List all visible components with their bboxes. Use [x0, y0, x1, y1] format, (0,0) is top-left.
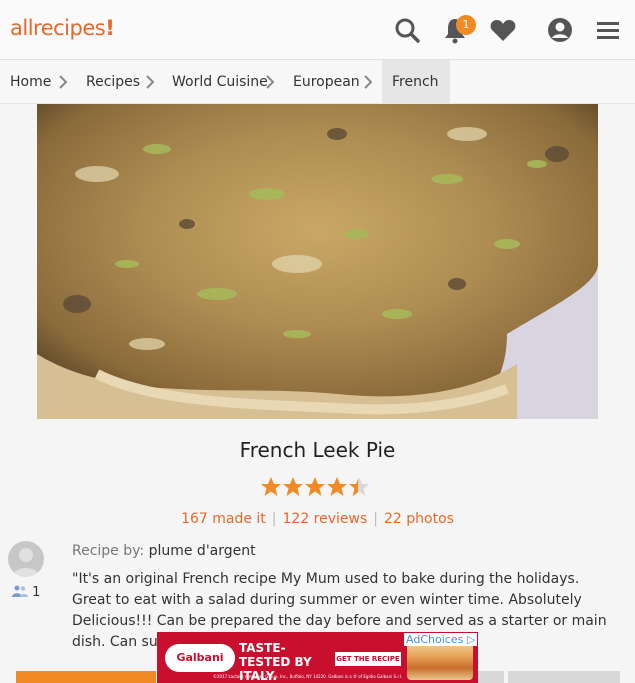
menu-icon[interactable] — [594, 16, 622, 44]
followers-count[interactable]: 1 — [12, 585, 40, 600]
chevron-right-icon — [59, 75, 68, 89]
reviews-link[interactable]: 122 reviews — [283, 511, 368, 527]
recipe-title: French Leek Pie — [239, 438, 396, 462]
star-half-icon — [349, 477, 369, 496]
search-icon[interactable] — [393, 16, 421, 44]
star-icon — [283, 477, 303, 496]
galbani-logo: Galbani — [165, 644, 235, 672]
breadcrumb-french[interactable]: French — [382, 60, 450, 104]
breadcrumb: Home Recipes World Cuisine European Fren… — [0, 60, 635, 104]
chevron-right-icon — [146, 75, 155, 89]
heart-icon[interactable] — [489, 16, 517, 44]
recipe-stats: 167 made it | 122 reviews | 22 photos — [181, 511, 454, 527]
breadcrumb-european[interactable]: European — [293, 60, 360, 104]
author-name[interactable]: plume d'argent — [149, 543, 256, 559]
avatar-placeholder-icon — [12, 548, 40, 577]
followers-icon — [12, 585, 28, 597]
star-icon — [327, 477, 347, 496]
star-icon — [305, 477, 325, 496]
save-button[interactable] — [16, 671, 156, 683]
chevron-right-icon — [364, 75, 373, 89]
breadcrumb-home[interactable]: Home — [10, 60, 51, 104]
photos-link[interactable]: 22 photos — [384, 511, 454, 527]
breadcrumb-recipes[interactable]: Recipes — [86, 60, 140, 104]
adchoices-icon: ▷ — [466, 633, 476, 646]
recipe-page: allrecipes! 1 Home Recipes World Cuisine… — [0, 0, 635, 683]
rating-stars[interactable] — [260, 476, 372, 498]
star-icon — [261, 477, 281, 496]
recipe-byline: Recipe by: plume d'argent — [72, 543, 256, 559]
breadcrumb-world-cuisine[interactable]: World Cuisine — [172, 60, 268, 104]
adchoices-link[interactable]: AdChoices ▷ — [404, 633, 478, 646]
made-it-link[interactable]: 167 made it — [181, 511, 266, 527]
allrecipes-logo[interactable]: allrecipes! — [10, 16, 115, 40]
top-nav-bar: allrecipes! 1 — [0, 0, 635, 60]
notification-badge: 1 — [456, 15, 476, 35]
share-button[interactable] — [508, 671, 620, 683]
ad-cta-button[interactable]: GET THE RECIPE ▸ — [335, 652, 401, 677]
ad-food-image — [407, 640, 473, 680]
chevron-right-icon — [266, 75, 275, 89]
ad-legal-text: ©2017 Lactalis American Group, Inc., Buf… — [213, 674, 403, 679]
author-avatar[interactable] — [8, 541, 44, 577]
profile-icon[interactable] — [546, 16, 574, 44]
action-button[interactable] — [478, 671, 504, 683]
recipe-photo[interactable] — [37, 104, 598, 419]
